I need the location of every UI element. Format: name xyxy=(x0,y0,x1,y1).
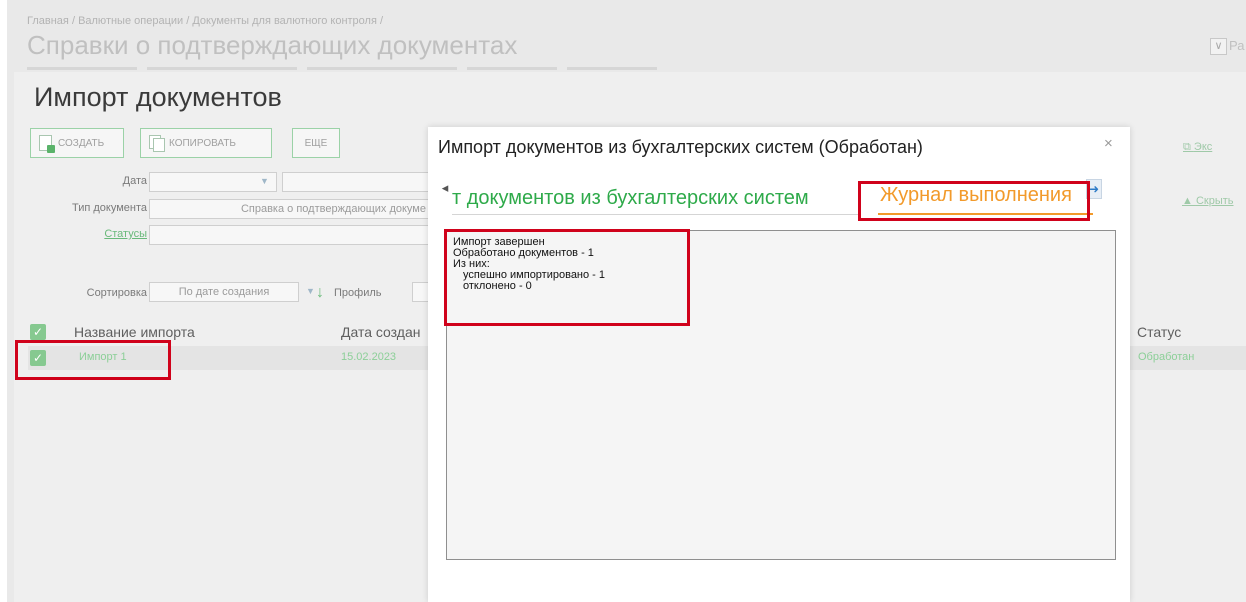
sort-label: Сортировка xyxy=(86,287,147,299)
breadcrumb-item-home[interactable]: Главная xyxy=(27,15,69,27)
row-created-date: 15.02.2023 xyxy=(341,351,397,363)
date-from-field[interactable] xyxy=(149,172,277,192)
date-to-field[interactable] xyxy=(282,172,432,192)
page-title: Справки о подтверждающих документах xyxy=(27,30,518,60)
breadcrumb: Главная / Валютные операции / Документы … xyxy=(27,15,383,27)
breadcrumb-separator: / xyxy=(380,15,384,27)
tabs-underline xyxy=(27,67,727,70)
panel-title: Импорт документов xyxy=(34,82,282,112)
top-right-label[interactable]: Ра xyxy=(1229,38,1244,53)
select-all-checkbox[interactable]: ✓ xyxy=(30,324,46,340)
close-icon[interactable]: × xyxy=(1104,135,1113,152)
doc-type-label: Тип документа xyxy=(71,202,147,214)
column-header-date[interactable]: Дата создан xyxy=(341,324,420,340)
row-status: Обработан xyxy=(1138,351,1195,363)
export-link-label: Экс xyxy=(1193,141,1213,153)
sort-select[interactable]: По дате создания xyxy=(149,282,299,302)
more-button-label: ЕЩЕ xyxy=(304,137,328,149)
copy-button[interactable]: КОПИРОВАТЬ xyxy=(140,128,272,158)
breadcrumb-item-docs-control[interactable]: Документы для валютного контроля xyxy=(192,15,377,27)
create-button-label: СОЗДАТЬ xyxy=(58,137,105,149)
doc-type-field[interactable]: Справка о подтверждающих докуме xyxy=(149,199,432,219)
sort-order-icon[interactable]: ↓ xyxy=(316,284,324,302)
breadcrumb-separator: / xyxy=(71,15,75,27)
arrow-left-icon[interactable]: ◂ xyxy=(438,179,452,197)
highlight-box-row xyxy=(15,340,171,380)
copy-icon xyxy=(149,135,165,152)
triangle-up-icon: ▲ xyxy=(1182,195,1196,207)
new-document-icon xyxy=(39,135,55,153)
hide-link-label: Скрыть xyxy=(1195,195,1234,207)
copy-button-label: КОПИРОВАТЬ xyxy=(169,137,236,149)
highlight-box-log-tab xyxy=(858,181,1090,221)
chevron-down-icon[interactable]: ∨ xyxy=(1210,38,1227,55)
modal-title: Импорт документов из бухгалтерских систе… xyxy=(438,137,923,157)
hide-filters-link[interactable]: ▲ Скрыть xyxy=(1182,195,1234,207)
statuses-field[interactable] xyxy=(149,225,432,245)
tab-import-from-accounting[interactable]: т документов из бухгалтерских систем xyxy=(452,187,809,210)
chevron-down-icon[interactable]: ▼ xyxy=(260,176,269,186)
chevron-down-icon[interactable]: ▼ xyxy=(306,286,315,296)
tab-divider xyxy=(452,214,858,215)
export-icon: ⧉ xyxy=(1183,141,1194,153)
date-label: Дата xyxy=(122,175,147,187)
profile-label: Профиль xyxy=(334,287,382,299)
export-link[interactable]: ⧉ Экс xyxy=(1183,141,1212,154)
more-button[interactable]: ЕЩЕ xyxy=(292,128,340,158)
highlight-box-log-text xyxy=(444,229,690,326)
breadcrumb-separator: / xyxy=(186,15,190,27)
create-button[interactable]: СОЗДАТЬ xyxy=(30,128,124,158)
column-header-name[interactable]: Название импорта xyxy=(74,324,195,340)
column-header-status[interactable]: Статус xyxy=(1137,324,1181,340)
breadcrumb-item-currency-ops[interactable]: Валютные операции xyxy=(78,15,183,27)
statuses-link[interactable]: Статусы xyxy=(54,228,147,240)
